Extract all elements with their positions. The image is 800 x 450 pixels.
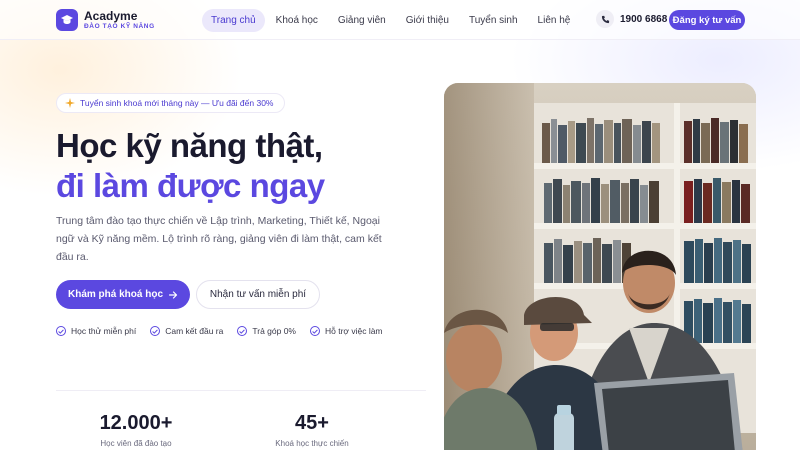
stat-label: Học viên đã đào tạo [100,439,172,448]
stat-students: 12.000+ Học viên đã đào tạo [86,412,186,448]
feature-item: Cam kết đầu ra [150,326,223,336]
nav-item-enrollment[interactable]: Tuyển sinh [460,9,527,32]
stats-divider [56,390,426,391]
free-consultation-button[interactable]: Nhận tư vấn miễn phí [196,280,320,309]
stat-value: 45+ [295,412,329,434]
feature-label: Trả góp 0% [252,326,296,336]
feature-list: Học thử miễn phí Cam kết đầu ra Trả góp … [56,326,397,336]
phone-contact[interactable]: 1900 6868 [596,10,667,28]
graduation-cap-icon [56,9,78,31]
main-menu: Trang chủ Khoá học Giảng viên Giới thiệu… [202,9,581,32]
check-circle-icon [237,326,248,336]
promo-badge-text: Tuyển sinh khoá mới tháng này — Ưu đãi đ… [80,98,274,108]
brand-logo[interactable]: Acadyme ĐÀO TẠO KỸ NĂNG [56,9,155,31]
promo-badge[interactable]: Tuyển sinh khoá mới tháng này — Ưu đãi đ… [56,93,285,113]
explore-courses-button[interactable]: Khám phá khoá học [56,280,190,309]
feature-item: Hỗ trợ việc làm [309,326,383,336]
check-circle-icon [309,326,320,336]
check-circle-icon [56,326,66,336]
top-nav: Acadyme ĐÀO TẠO KỸ NĂNG Trang chủ Khoá h… [0,0,800,40]
brand-tagline: ĐÀO TẠO KỸ NĂNG [84,22,155,30]
headline-line-1: Học kỹ năng thật, [56,127,323,164]
hero-headline: Học kỹ năng thật, đi làm được ngay [56,126,325,206]
feature-label: Cam kết đầu ra [165,326,224,336]
nav-item-instructors[interactable]: Giảng viên [329,9,395,32]
feature-label: Hỗ trợ việc làm [324,326,383,336]
phone-number: 1900 6868 [620,13,668,25]
headline-line-2: đi làm được ngay [56,167,325,204]
arrow-right-icon [169,290,178,299]
stat-value: 12.000+ [99,412,173,434]
stat-courses: 45+ Khoá học thực chiến [262,412,362,448]
nav-item-about[interactable]: Giới thiệu [397,9,458,32]
feature-item: Học thử miễn phí [56,326,136,336]
check-circle-icon [150,326,161,336]
consultation-button[interactable]: Đăng ký tư vấn [669,10,745,30]
stat-label: Khoá học thực chiến [275,439,349,448]
sparkle-icon [65,98,75,108]
explore-courses-label: Khám phá khoá học [67,289,163,300]
nav-item-courses[interactable]: Khoá học [267,9,327,32]
feature-item: Trả góp 0% [237,326,296,336]
brand-name: Acadyme [84,8,138,23]
hero-section: Tuyển sinh khoá mới tháng này — Ưu đãi đ… [0,40,800,450]
hero-description: Trung tâm đào tạo thực chiến về Lập trìn… [56,215,382,263]
phone-icon [596,10,614,28]
nav-item-contact[interactable]: Liên hệ [529,9,580,32]
hero-photo [444,83,756,450]
feature-label: Học thử miễn phí [71,326,137,336]
nav-item-home[interactable]: Trang chủ [202,9,265,32]
